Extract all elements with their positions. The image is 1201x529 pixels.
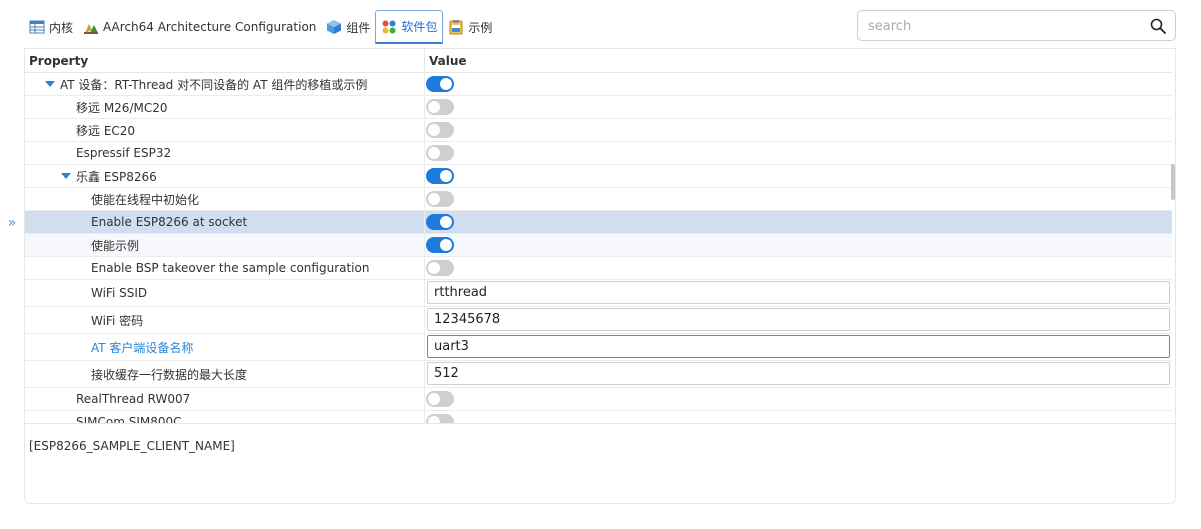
row-label: 使能在线程中初始化 [91, 192, 200, 207]
search-icon[interactable] [1150, 18, 1166, 34]
row-enable-sample[interactable]: 使能示例 [25, 234, 1172, 257]
row-m26[interactable]: 移远 M26/MC20 [25, 96, 1172, 119]
toggle-switch[interactable] [426, 76, 454, 92]
row-label: 乐鑫 ESP8266 [76, 169, 157, 184]
row-label: AT 客户端设备名称 [91, 340, 194, 355]
row-label: 接收缓存一行数据的最大长度 [91, 367, 248, 382]
vertical-scrollbar[interactable] [1171, 164, 1175, 200]
wifi-password-input[interactable]: 12345678 [427, 308, 1170, 331]
expand-caret-icon[interactable] [45, 81, 55, 87]
row-label: SIMCom SIM800C [76, 415, 182, 424]
row-label: WiFi 密码 [91, 313, 144, 328]
row-label: 移远 M26/MC20 [76, 100, 168, 115]
row-label: 移远 EC20 [76, 123, 136, 138]
tab-packages[interactable]: 软件包 [375, 10, 444, 44]
header-property: Property [29, 54, 89, 68]
toggle-switch[interactable] [426, 145, 454, 161]
row-at-device[interactable]: AT 设备：RT-Thread 对不同设备的 AT 组件的移植或示例 [25, 73, 1172, 96]
row-wifi-ssid[interactable]: WiFi SSID rtthread [25, 280, 1172, 307]
tab-label: AArch64 Architecture Configuration [103, 20, 317, 34]
row-esp32[interactable]: Espressif ESP32 [25, 142, 1172, 165]
tab-label: 组件 [346, 20, 371, 35]
header-divider [424, 49, 425, 73]
header-value: Value [429, 54, 467, 68]
toggle-switch[interactable] [426, 191, 454, 207]
row-label: Espressif ESP32 [76, 146, 172, 160]
tab-kernel[interactable]: 内核 [24, 10, 78, 44]
row-ec20[interactable]: 移远 EC20 [25, 119, 1172, 142]
cube-icon [326, 19, 342, 35]
tab-aarch64-config[interactable]: AArch64 Architecture Configuration [78, 10, 321, 44]
description-panel: [ESP8266_SAMPLE_CLIENT_NAME] [24, 424, 1176, 504]
recv-buffer-length-input[interactable]: 512 [427, 362, 1170, 385]
row-init-in-thread[interactable]: 使能在线程中初始化 [25, 188, 1172, 211]
expand-panel-icon[interactable]: » [5, 213, 19, 233]
grid-header: Property Value [25, 49, 1172, 73]
toggle-switch[interactable] [426, 122, 454, 138]
toggle-switch[interactable] [426, 168, 454, 184]
row-label: WiFi SSID [91, 286, 148, 300]
clipboard-icon [448, 19, 464, 35]
search-input[interactable] [868, 17, 1138, 35]
table-icon [29, 19, 45, 35]
property-grid: Property Value AT 设备：RT-Thread 对不同设备的 AT… [24, 48, 1176, 424]
client-device-name-input[interactable]: uart3 [427, 335, 1170, 358]
tab-label: 软件包 [401, 20, 438, 34]
description-text: [ESP8266_SAMPLE_CLIENT_NAME] [29, 439, 235, 453]
wifi-ssid-input[interactable]: rtthread [427, 281, 1170, 304]
tab-examples[interactable]: 示例 [443, 10, 497, 44]
expand-caret-icon[interactable] [61, 173, 71, 179]
tab-components[interactable]: 组件 [321, 10, 375, 44]
tab-label: 内核 [49, 20, 74, 35]
package-icon [381, 19, 397, 35]
toggle-switch[interactable] [426, 260, 454, 276]
row-label: RealThread RW007 [76, 392, 191, 406]
row-label: Enable BSP takeover the sample configura… [91, 261, 370, 275]
toggle-switch[interactable] [426, 99, 454, 115]
row-esp8266[interactable]: 乐鑫 ESP8266 [25, 165, 1172, 188]
row-sim800c[interactable]: SIMCom SIM800C [25, 411, 1172, 424]
row-bsp-takeover[interactable]: Enable BSP takeover the sample configura… [25, 257, 1172, 280]
row-esp8266-at-socket[interactable]: Enable ESP8266 at socket [25, 211, 1172, 234]
row-recv-buffer-length[interactable]: 接收缓存一行数据的最大长度 512 [25, 361, 1172, 388]
row-wifi-password[interactable]: WiFi 密码 12345678 [25, 307, 1172, 334]
row-label: 使能示例 [91, 238, 140, 253]
row-label: Enable ESP8266 at socket [91, 215, 248, 229]
chip-icon [83, 19, 99, 35]
toggle-switch[interactable] [426, 391, 454, 407]
search-box [857, 10, 1176, 41]
row-client-device-name[interactable]: AT 客户端设备名称 uart3 [25, 334, 1172, 361]
tab-bar: 内核 AArch64 Architecture Configuration 组件… [24, 10, 497, 44]
row-rw007[interactable]: RealThread RW007 [25, 388, 1172, 411]
tab-label: 示例 [468, 20, 493, 35]
row-label: AT 设备：RT-Thread 对不同设备的 AT 组件的移植或示例 [60, 77, 368, 92]
toggle-switch[interactable] [426, 214, 454, 230]
toggle-switch[interactable] [426, 237, 454, 253]
toggle-switch[interactable] [426, 414, 454, 423]
